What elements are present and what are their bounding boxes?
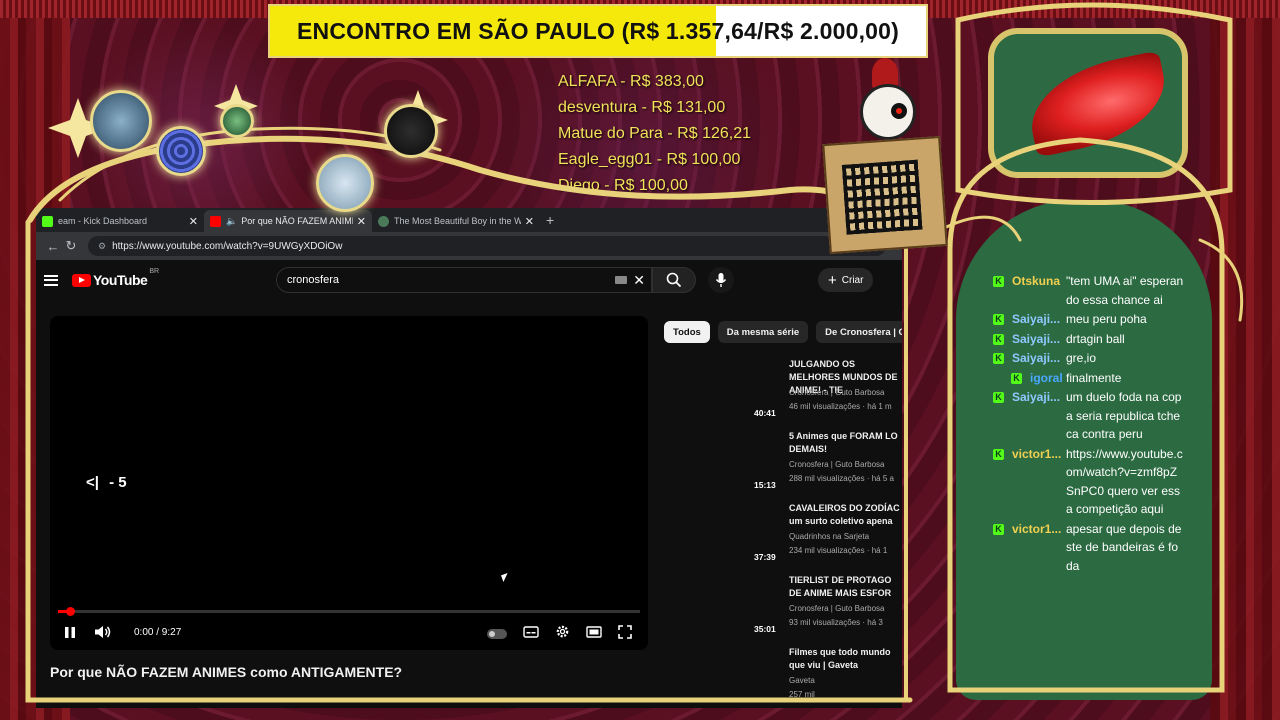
chat-text: "tem UMA ai" esperando essa chance ai <box>1066 274 1184 307</box>
chat-username[interactable]: Saiyaji... <box>1012 330 1066 349</box>
chat-message: K Saiyaji... drtagin ball <box>993 330 1193 349</box>
dark-orb <box>384 104 438 158</box>
chat-username[interactable]: Saiyaji... <box>1012 388 1066 444</box>
kick-badge-icon: K <box>993 333 1004 345</box>
star-orb <box>220 104 254 138</box>
kick-badge-icon: K <box>993 353 1004 364</box>
chat-message: K igoral finalmente <box>993 369 1193 388</box>
chat-username[interactable]: Otskuna <box>1012 272 1066 309</box>
kick-badge-icon: K <box>993 448 1004 460</box>
chat-message: K Saiyaji... meu peru poha <box>993 310 1193 329</box>
avatar-orb <box>90 90 152 152</box>
chat-message: K Saiyaji... gre,io <box>993 349 1193 368</box>
chat-text: drtagin ball <box>1066 331 1125 346</box>
qr-code-icon <box>841 159 923 235</box>
chat-message: K Otskuna "tem UMA ai" esperando essa ch… <box>993 272 1193 309</box>
kick-badge-icon: K <box>993 314 1004 325</box>
mascot-head <box>860 84 916 140</box>
chat-text: finalmente <box>1066 370 1122 385</box>
kick-badge-icon: K <box>1011 372 1022 384</box>
chat-username[interactable]: Saiyaji... <box>1012 349 1066 368</box>
kick-badge-icon: K <box>993 392 1004 403</box>
chat-messages: K Otskuna "tem UMA ai" esperando essa ch… <box>993 272 1193 576</box>
chat-text: um duelo foda na copa seria republica tc… <box>1066 390 1182 441</box>
qr-scroll <box>822 136 948 254</box>
chat-message: K Saiyaji... um duelo foda na copa seria… <box>993 388 1193 444</box>
chat-message: K victor1... https://www.youtube.com/wat… <box>993 445 1193 519</box>
spiral-orb <box>156 126 206 176</box>
portrait-orb <box>316 154 374 212</box>
kick-badge-icon: K <box>993 523 1004 535</box>
mascot-eye <box>891 103 907 119</box>
chat-message: K victor1... apesar que depois deste de … <box>993 520 1193 576</box>
chat-username[interactable]: Saiyaji... <box>1012 310 1066 329</box>
chat-text: gre,io <box>1066 351 1097 365</box>
chat-username[interactable]: victor1... <box>1012 520 1066 576</box>
chat-text: meu peru poha <box>1066 312 1147 326</box>
chat-username[interactable]: victor1... <box>1012 445 1066 519</box>
chat-username[interactable]: igoral <box>1030 369 1066 388</box>
kick-badge-icon: K <box>993 276 1004 287</box>
chat-text: apesar que depois deste de bandeiras é f… <box>1066 521 1182 573</box>
chat-text: https://www.youtube.com/watch?v=zmf8pZSn… <box>1066 446 1183 517</box>
